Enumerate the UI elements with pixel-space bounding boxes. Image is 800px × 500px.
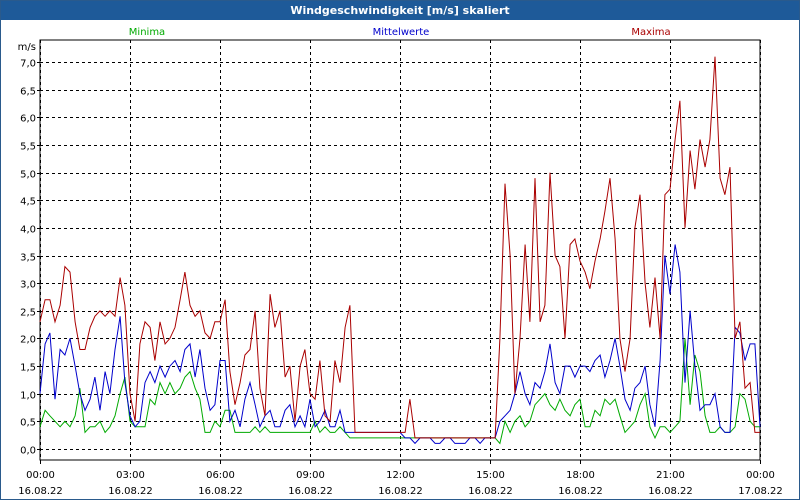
legend-minima: Minima (129, 27, 165, 38)
y-tick-label: 2,5 (20, 308, 36, 319)
x-tick-date: 16.08.22 (18, 486, 63, 497)
x-tick-time: 03:00 (116, 470, 145, 481)
x-tick-time: 15:00 (476, 470, 505, 481)
x-tick-date: 17.08.22 (738, 486, 783, 497)
y-tick-label: 0,0 (20, 446, 36, 457)
y-tick-label: 1,0 (20, 391, 36, 402)
x-tick-time: 12:00 (386, 470, 415, 481)
legend: Minima Mittelwerte Maxima (129, 27, 671, 38)
x-tick-date: 16.08.22 (648, 486, 693, 497)
y-tick-label: 4,0 (20, 225, 36, 236)
wind-speed-chart: 0,0 0,5 1,0 1,5 2,0 2,5 3,0 3,5 4,0 4,5 5,0 5,5 6,0 6… (18, 27, 783, 497)
x-tick-time: 09:00 (296, 470, 325, 481)
y-tick-label: 3,0 (20, 280, 36, 291)
legend-mittelwerte: Mittelwerte (373, 27, 430, 38)
y-tick-label: 0,5 (20, 418, 36, 429)
x-tick-date: 16.08.22 (468, 486, 513, 497)
y-tick-label: 7,0 (20, 59, 36, 70)
x-tick-time: 00:00 (26, 470, 55, 481)
x-tick-date: 16.08.22 (288, 486, 333, 497)
x-tick-time: 00:00 (746, 470, 775, 481)
x-tick-time: 06:00 (206, 470, 235, 481)
y-tick-label: 4,5 (20, 197, 36, 208)
y-tick-label: 6,0 (20, 114, 36, 125)
x-tick-date: 16.08.22 (558, 486, 603, 497)
x-tick-time: 21:00 (656, 470, 685, 481)
y-tick-label: 1,5 (20, 363, 36, 374)
y-tick-label: 5,5 (20, 142, 36, 153)
y-tick-label: 3,5 (20, 253, 36, 264)
x-tick-time: 18:00 (566, 470, 595, 481)
legend-maxima: Maxima (631, 27, 670, 38)
x-tick-date: 16.08.22 (378, 486, 423, 497)
y-tick-label: 5,0 (20, 170, 36, 181)
y-tick-label: 2,0 (20, 335, 36, 346)
x-tick-date: 16.08.22 (198, 486, 243, 497)
x-tick-date: 16.08.22 (108, 486, 153, 497)
grid (39, 39, 761, 461)
y-axis-label: m/s (18, 42, 36, 53)
y-tick-label: 6,5 (20, 87, 36, 98)
